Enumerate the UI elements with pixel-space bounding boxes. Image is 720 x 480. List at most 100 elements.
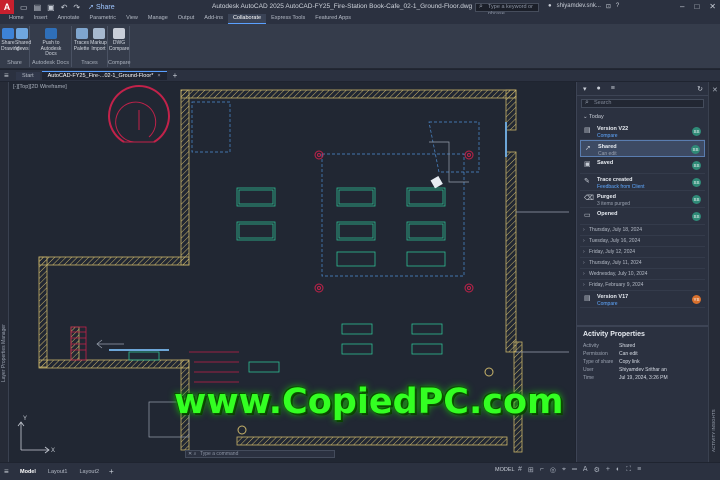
new-file-icon[interactable]: ▭ — [20, 3, 28, 12]
activity-item-trace-created[interactable]: ✎ Trace created Feedback from Client SS — [580, 174, 705, 191]
minimize-icon[interactable]: – — [680, 2, 684, 11]
date-group[interactable]: Friday, July 12, 2024 — [580, 247, 705, 258]
purge-icon: ⌫ — [584, 195, 594, 202]
layer-properties-strip[interactable]: Layer Properties Manager — [0, 82, 9, 462]
tab-model[interactable]: Model — [14, 468, 42, 476]
activity-item-saved[interactable]: ▣ Saved SS — [580, 157, 705, 174]
list-view-icon[interactable]: ≡ — [611, 85, 615, 92]
filter-icon[interactable]: ▾ — [583, 85, 587, 93]
avatar: SS — [692, 161, 701, 170]
save-icon[interactable]: ▣ — [47, 3, 55, 12]
close-icon[interactable]: ✕ — [709, 2, 716, 11]
activity-insights-panel: ▾ ● ≡ ↻ Search ⌄ Today ▤Version V22Compa… — [576, 82, 708, 462]
snap-icon[interactable]: ⊞ — [528, 466, 534, 474]
shared-views-icon — [16, 28, 28, 39]
ribbon-tab-view[interactable]: View — [121, 14, 143, 24]
activity-item-version-v17[interactable]: ▤ Version V17 Compare YS — [580, 291, 705, 308]
today-section-header[interactable]: ⌄ Today — [577, 111, 708, 123]
ribbon-tab-manage[interactable]: Manage — [143, 14, 173, 24]
ribbon-tab-parametric[interactable]: Parametric — [84, 14, 121, 24]
group-label: Traces — [81, 60, 98, 66]
date-group[interactable]: Wednesday, July 10, 2024 — [580, 269, 705, 280]
tab-layout1[interactable]: Layout1 — [42, 468, 74, 476]
tab-drawing[interactable]: AutoCAD-FY25_Fire-...02-1_Ground-Floor* × — [41, 71, 167, 80]
date-group[interactable]: Thursday, July 11, 2024 — [580, 258, 705, 269]
new-tab-icon[interactable]: + — [169, 71, 182, 80]
ribbon-tab-collaborate[interactable]: Collaborate — [227, 14, 267, 24]
date-group[interactable]: Thursday, July 18, 2024 — [580, 225, 705, 236]
cart-icon[interactable]: ⊡ — [606, 3, 611, 10]
markup-import-button[interactable]: Markup Import — [90, 28, 107, 52]
workspace-icon[interactable]: ⚙ — [594, 466, 600, 474]
date-group[interactable]: Tuesday, July 16, 2024 — [580, 236, 705, 247]
undo-icon[interactable]: ↶ — [61, 3, 68, 12]
ortho-icon[interactable]: ⌐ — [540, 466, 544, 474]
version-icon: ▤ — [584, 127, 591, 134]
isolate-icon[interactable]: ◐ — [616, 466, 620, 474]
user-filter-icon[interactable]: ● — [597, 85, 601, 92]
activity-item-purged[interactable]: ⌫ Purged 3 items purged SS — [580, 191, 705, 208]
activity-date-groups: Thursday, July 18, 2024Tuesday, July 16,… — [577, 225, 708, 291]
tab-start[interactable]: Start — [16, 71, 40, 80]
ribbon-tab-express-tools[interactable]: Express Tools — [266, 14, 310, 24]
menu-icon[interactable]: ≡ — [4, 71, 14, 80]
properties-title: Activity Properties — [583, 331, 645, 338]
fullscreen-icon[interactable]: ⛶ — [626, 466, 631, 474]
share-drawing-button[interactable]: Share Drawing — [1, 28, 19, 52]
date-group[interactable]: Friday, February 9, 2024 — [580, 280, 705, 291]
activity-item-shared[interactable]: ➚ Shared Can edit SS — [580, 140, 705, 157]
maximize-icon[interactable]: □ — [694, 2, 699, 11]
redo-icon[interactable]: ↷ — [73, 3, 80, 12]
ribbon-tab-featured-apps[interactable]: Featured Apps — [310, 14, 356, 24]
push-to-docs-button[interactable]: Push to Autodesk Docs — [36, 28, 66, 58]
activity-properties: Activity Properties Activity Shared Permis… — [577, 325, 708, 462]
property-row: Permission Can edit — [577, 350, 708, 358]
lower-stair — [70, 326, 239, 383]
help-icon[interactable]: ? — [616, 3, 619, 10]
layer-manager-label: Layer Properties Manager — [1, 324, 7, 382]
ribbon-tab-output[interactable]: Output — [173, 14, 200, 24]
cloud-upload-icon — [45, 28, 57, 39]
ribbon-panel: Share Drawing Shared Views Share Push to… — [0, 24, 720, 69]
avatar: SS — [692, 212, 701, 221]
close-panel-icon[interactable]: ✕ — [712, 86, 718, 94]
search-input[interactable]: Type a keyword or phrase — [475, 3, 539, 17]
refresh-icon[interactable]: ↻ — [697, 85, 703, 93]
activity-item-version-v22[interactable]: ▤ Version V22 Compare SS — [580, 123, 705, 140]
autocad-logo[interactable]: A — [0, 0, 14, 14]
traces-palette-button[interactable]: Traces Palette — [73, 28, 90, 52]
ribbon-tab-home[interactable]: Home — [4, 14, 29, 24]
annotation-scale-icon[interactable]: A — [583, 466, 588, 474]
model-space-label[interactable]: MODEL — [495, 467, 515, 473]
plus-icon[interactable]: + — [606, 466, 610, 474]
property-value: Shared — [619, 343, 636, 349]
traces-icon — [75, 28, 88, 39]
cursor-icon — [430, 176, 443, 189]
close-tab-icon[interactable]: × — [157, 73, 160, 79]
osnap-icon[interactable]: ⌖ — [562, 466, 566, 474]
activity-insights-strip[interactable]: ✕ ACTIVITY INSIGHTS — [708, 82, 720, 462]
ribbon-tab-insert[interactable]: Insert — [29, 14, 53, 24]
avatar: SS — [692, 195, 701, 204]
command-line-input[interactable]: Type a command — [185, 450, 335, 458]
property-row: Type of share Copy link — [577, 358, 708, 366]
user-area[interactable]: ● shiyamdev.snk... ⊡ ? — [548, 3, 619, 10]
tab-layout2[interactable]: Layout2 — [73, 468, 105, 476]
share-icon: ➚ — [88, 4, 94, 11]
add-layout-icon[interactable]: + — [105, 467, 118, 476]
share-button[interactable]: ➚ Share — [88, 3, 115, 12]
customize-icon[interactable]: ≡ — [637, 466, 641, 474]
status-menu-icon[interactable]: ≡ — [4, 467, 14, 476]
ribbon-tab-add-ins[interactable]: Add-ins — [199, 14, 228, 24]
lineweight-icon[interactable]: ═ — [572, 466, 577, 474]
drawing-canvas[interactable]: [-][Top][2D Wireframe] Y X www.CopiedPC.… — [9, 82, 575, 462]
ribbon-tab-annotate[interactable]: Annotate — [52, 14, 84, 24]
open-folder-icon[interactable]: ▤ — [34, 3, 42, 12]
dwg-compare-button[interactable]: DWG Compare — [108, 28, 130, 52]
activity-item-opened[interactable]: ▭ Opened SS — [580, 208, 705, 225]
shared-views-button[interactable]: Shared Views — [15, 28, 31, 52]
status-tools: # ⊞ ⌐ ◎ ⌖ ═ A ⚙ + ◐ ⛶ ≡ — [518, 466, 641, 474]
activity-search-input[interactable]: Search — [581, 99, 704, 108]
polar-icon[interactable]: ◎ — [550, 466, 556, 474]
grid-icon[interactable]: # — [518, 466, 522, 474]
